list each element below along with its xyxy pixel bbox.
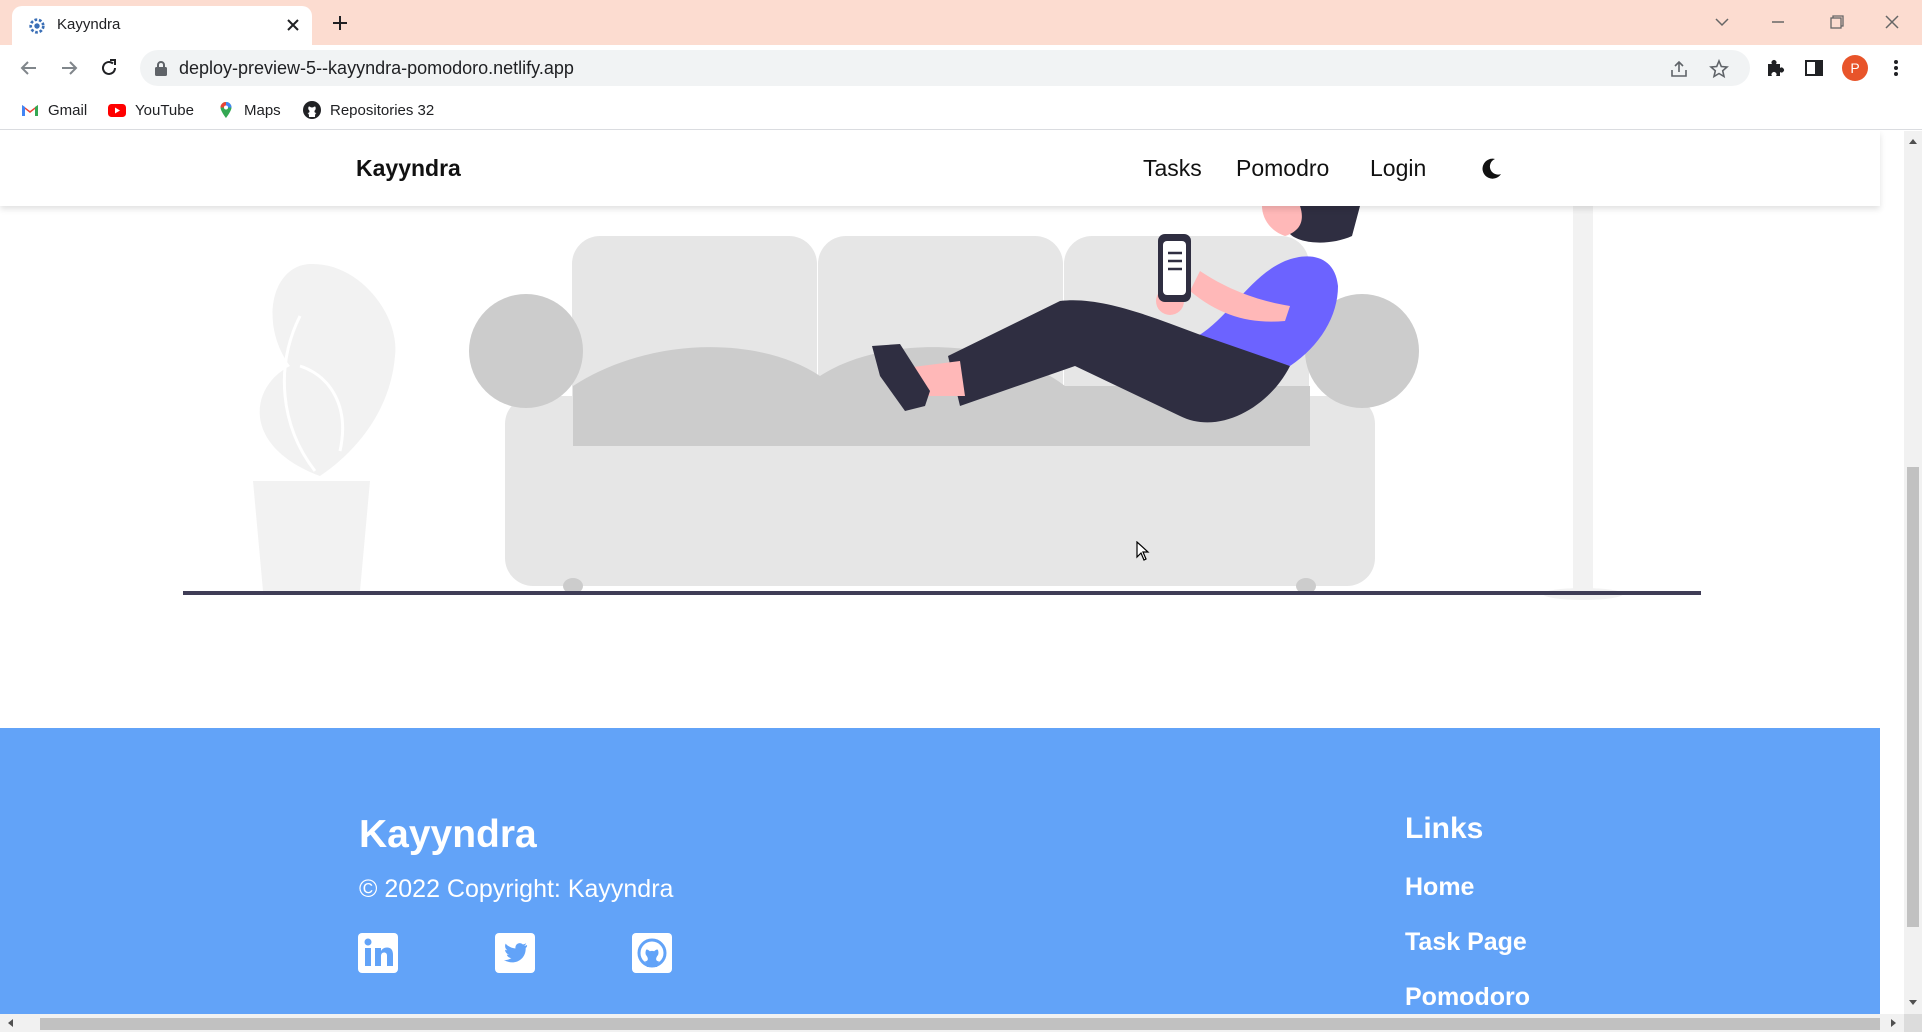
bookmark-repositories[interactable]: Repositories 32 [302,98,434,122]
tab-close-icon[interactable] [282,14,304,36]
nav-link-tasks[interactable]: Tasks [1143,155,1202,182]
site-footer: Kayyndra © 2022 Copyright: Kayyndra Link… [0,728,1880,1014]
bookmark-youtube[interactable]: YouTube [107,98,194,122]
tab-title: Kayyndra [57,16,121,33]
tab-strip: Kayyndra [0,0,1922,45]
page-viewport: Kayyndra Tasks Pomodro Login Kayyndra © … [0,131,1904,1014]
horizontal-scrollbar[interactable] [0,1014,1904,1032]
linkedin-icon[interactable] [358,933,398,973]
window-close-icon[interactable] [1880,12,1904,32]
forward-arrow-icon[interactable] [57,56,81,80]
vertical-scroll-thumb[interactable] [1907,467,1919,927]
plant-pot [253,481,370,591]
url-text[interactable]: deploy-preview-5--kayyndra-pomodoro.netl… [179,58,574,79]
github-icon[interactable] [632,933,672,973]
gmail-icon [22,105,38,116]
couch-armrest-left [469,294,583,408]
share-icon[interactable] [1668,58,1690,80]
plant-leaf [259,263,396,476]
youtube-icon [108,104,126,117]
lock-icon[interactable] [154,60,168,76]
footer-copyright: © 2022 Copyright: Kayyndra [359,875,674,903]
footer-link-pomodoro[interactable]: Pomodoro [1405,983,1530,1012]
minimize-icon[interactable] [1766,12,1790,32]
bookmark-label: Gmail [48,101,88,119]
bookmarks-bar: Gmail YouTube Maps Repositories 32 [0,90,1922,130]
restore-icon[interactable] [1824,12,1848,32]
maps-icon [220,102,232,118]
person-relaxing-on-couch-illustration [183,206,1701,600]
tab-search-chevron-icon[interactable] [1710,12,1734,32]
address-bar[interactable]: deploy-preview-5--kayyndra-pomodoro.netl… [140,50,1750,86]
site-brand[interactable]: Kayyndra [356,155,461,182]
reload-icon[interactable] [97,56,121,80]
footer-brand: Kayyndra [359,813,537,856]
bookmark-label: YouTube [135,101,194,119]
bookmark-star-icon[interactable] [1708,58,1730,80]
bookmark-label: Maps [244,101,281,119]
scroll-left-arrow-icon[interactable] [6,1018,16,1028]
lamp-pole [1573,206,1593,591]
extensions-puzzle-icon[interactable] [1763,56,1787,80]
browser-tab[interactable]: Kayyndra [12,6,312,45]
vertical-scrollbar[interactable] [1904,131,1922,1014]
nav-link-login[interactable]: Login [1370,155,1426,182]
kebab-menu-icon[interactable] [1884,56,1908,80]
bookmark-label: Repositories 32 [330,101,435,119]
scrollbar-corner [1904,1014,1922,1032]
scroll-up-arrow-icon[interactable] [1908,137,1918,147]
mouse-pointer-icon [1136,541,1150,561]
back-arrow-icon[interactable] [17,56,41,80]
footer-link-home[interactable]: Home [1405,873,1474,902]
new-tab-plus-icon[interactable] [328,11,352,35]
nav-link-pomodoro[interactable]: Pomodro [1236,155,1329,182]
side-panel-icon[interactable] [1802,56,1826,80]
twitter-icon[interactable] [495,933,535,973]
scroll-down-arrow-icon[interactable] [1908,997,1918,1007]
footer-link-task-page[interactable]: Task Page [1405,928,1527,957]
browser-toolbar: deploy-preview-5--kayyndra-pomodoro.netl… [0,45,1922,90]
github-icon [303,101,321,119]
footer-links-title: Links [1405,812,1484,845]
gear-favicon-icon [29,18,45,34]
moon-icon[interactable] [1478,156,1504,182]
horizontal-scroll-thumb[interactable] [40,1018,1880,1030]
scroll-right-arrow-icon[interactable] [1888,1018,1898,1028]
floor-line [183,591,1701,595]
bookmark-maps[interactable]: Maps [216,98,281,122]
bookmark-gmail[interactable]: Gmail [20,98,87,122]
site-navbar: Kayyndra Tasks Pomodro Login [0,131,1880,206]
profile-avatar[interactable]: P [1842,55,1868,81]
